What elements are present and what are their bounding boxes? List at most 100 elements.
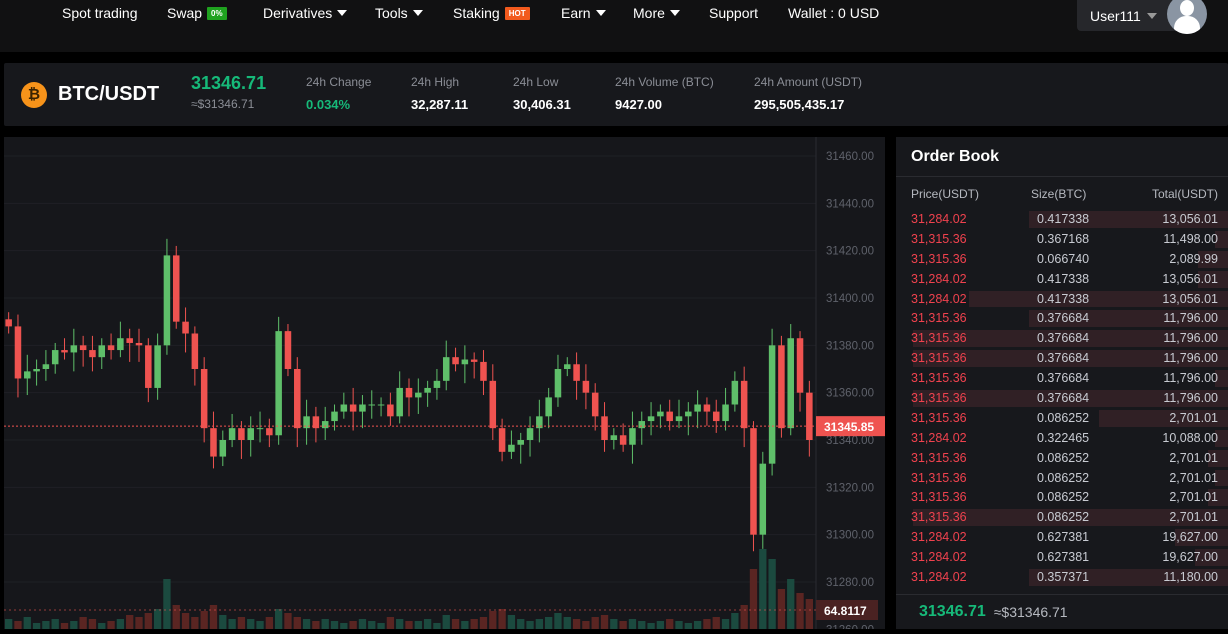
candle-body xyxy=(806,392,813,440)
nav-item-support[interactable]: Support xyxy=(709,5,758,21)
candle-body xyxy=(172,255,180,322)
order-size: 0.627381 xyxy=(1037,550,1090,565)
order-book-title: Order Book xyxy=(896,137,1228,177)
volume-bar xyxy=(684,623,692,629)
candle-body xyxy=(433,380,441,388)
stat-value: 32,287.11 xyxy=(411,97,469,112)
nav-item-derivatives[interactable]: Derivatives xyxy=(263,5,348,21)
candle-body xyxy=(591,392,599,417)
order-price: 31,315.36 xyxy=(911,231,967,246)
order-size: 0.376684 xyxy=(1037,311,1090,326)
order-row[interactable]: 31,315.36 0.086252 2,701.01 xyxy=(896,487,1228,507)
order-size: 0.322465 xyxy=(1037,430,1090,445)
candle-body xyxy=(424,387,431,393)
pair-name[interactable]: BTC/USDT xyxy=(58,83,159,106)
nav-item-more[interactable]: More xyxy=(633,5,680,21)
avatar[interactable] xyxy=(1167,0,1207,34)
order-row[interactable]: 31,284.02 0.417338 13,056.01 xyxy=(896,269,1228,289)
volume-bar xyxy=(787,579,795,629)
nav-item-staking[interactable]: Staking HOT xyxy=(453,5,530,21)
volume-bar xyxy=(396,619,404,629)
y-tick-label: 31260.00 xyxy=(826,624,874,629)
order-row[interactable]: 31,315.36 0.376684 11,796.00 xyxy=(896,308,1228,328)
volume-bar xyxy=(572,619,581,629)
volume-bar xyxy=(498,609,506,629)
order-row[interactable]: 31,284.02 0.322465 10,088.00 xyxy=(896,428,1228,448)
candle-body xyxy=(284,331,292,369)
nav-item-swap[interactable]: Swap 0% xyxy=(167,5,227,21)
volume-bar xyxy=(563,617,571,629)
nav-item-earn[interactable]: Earn xyxy=(561,5,606,21)
order-row[interactable]: 31,315.36 0.086252 2,701.01 xyxy=(896,408,1228,428)
volume-bar xyxy=(321,619,329,629)
order-row[interactable]: 31,315.36 0.086252 2,701.01 xyxy=(896,448,1228,468)
order-row[interactable]: 31,315.36 0.086252 2,701.01 xyxy=(896,507,1228,527)
order-price: 31,315.36 xyxy=(911,251,967,266)
order-row[interactable]: 31,315.36 0.066740 2,089.99 xyxy=(896,249,1228,269)
volume-bar xyxy=(126,615,134,629)
order-size: 0.367168 xyxy=(1037,231,1090,246)
candle-body xyxy=(712,411,720,422)
order-row[interactable]: 31,284.02 0.417338 13,056.01 xyxy=(896,289,1228,309)
order-size: 0.417338 xyxy=(1037,211,1090,226)
y-tick-label: 31420.00 xyxy=(826,246,874,258)
volume-bar xyxy=(545,617,553,629)
y-tick-label: 31280.00 xyxy=(826,577,874,589)
order-total: 2,701.01 xyxy=(1169,490,1218,505)
candle-body xyxy=(294,369,301,429)
order-size: 0.086252 xyxy=(1037,450,1090,465)
order-row[interactable]: 31,315.36 0.086252 2,701.01 xyxy=(896,468,1228,488)
volume-bar xyxy=(368,621,376,629)
nav-label: More xyxy=(633,5,665,21)
volume-bar xyxy=(312,621,320,629)
nav-item-wallet-0-usd[interactable]: Wallet : 0 USD xyxy=(788,5,879,21)
candle-body xyxy=(740,380,748,429)
volume-bar xyxy=(116,619,125,629)
order-row[interactable]: 31,315.36 0.376684 11,796.00 xyxy=(896,328,1228,348)
order-size: 0.357371 xyxy=(1037,569,1090,584)
candle-body xyxy=(526,428,534,440)
candle-body xyxy=(98,345,106,358)
volume-bar xyxy=(526,621,534,629)
candle-body xyxy=(731,380,739,405)
volume-bar xyxy=(489,611,497,629)
order-row[interactable]: 31,315.36 0.376684 11,796.00 xyxy=(896,388,1228,408)
order-size: 0.417338 xyxy=(1037,291,1090,306)
candle-body xyxy=(452,357,459,365)
volume-bar xyxy=(666,619,674,629)
order-row[interactable]: 31,315.36 0.376684 11,796.00 xyxy=(896,368,1228,388)
volume-bar xyxy=(740,605,748,629)
order-row[interactable]: 31,284.02 0.357371 11,180.00 xyxy=(896,567,1228,587)
order-row[interactable]: 31,284.02 0.417338 13,056.01 xyxy=(896,209,1228,229)
candle-body xyxy=(238,428,245,440)
order-book-last-price: 31346.71 ≈$31346.71 xyxy=(896,594,1228,629)
candle-body xyxy=(191,333,199,369)
nav-item-tools[interactable]: Tools xyxy=(375,5,423,21)
candle-body xyxy=(489,380,497,429)
candle-body xyxy=(470,359,478,362)
order-row[interactable]: 31,315.36 0.367168 11,498.00 xyxy=(896,229,1228,249)
current-price-block: 31346.71 ≈$31346.71 xyxy=(191,73,266,111)
nav-item-spot-trading[interactable]: Spot trading xyxy=(62,5,138,21)
candle-body xyxy=(51,350,59,365)
chart-canvas[interactable]: 31460.00 31440.00 31420.00 31400.00 31380.00… xyxy=(4,137,885,634)
nav-label: Earn xyxy=(561,5,591,21)
y-tick-label: 31400.00 xyxy=(826,293,874,305)
candlestick-chart[interactable]: 31460.00 31440.00 31420.00 31400.00 31380.00… xyxy=(4,137,885,634)
order-row[interactable]: 31,284.02 0.627381 19,627.00 xyxy=(896,547,1228,567)
order-row[interactable]: 31,284.02 0.627381 19,627.00 xyxy=(896,527,1228,547)
order-size: 0.376684 xyxy=(1037,331,1090,346)
volume-bar xyxy=(51,619,59,629)
volume-bar xyxy=(107,621,115,629)
nav-label: Staking xyxy=(453,5,500,21)
order-total: 19,627.00 xyxy=(1162,550,1218,565)
volume-bar xyxy=(284,613,292,629)
order-total: 11,796.00 xyxy=(1163,351,1218,366)
stat-label: 24h Volume (BTC) xyxy=(615,75,714,89)
stat-item: 24h High 32,287.11 xyxy=(411,75,468,112)
order-size: 0.376684 xyxy=(1037,371,1090,386)
volume-bar xyxy=(647,623,655,629)
candle-body xyxy=(675,416,683,422)
volume-bar xyxy=(517,619,525,629)
order-row[interactable]: 31,315.36 0.376684 11,796.00 xyxy=(896,348,1228,368)
